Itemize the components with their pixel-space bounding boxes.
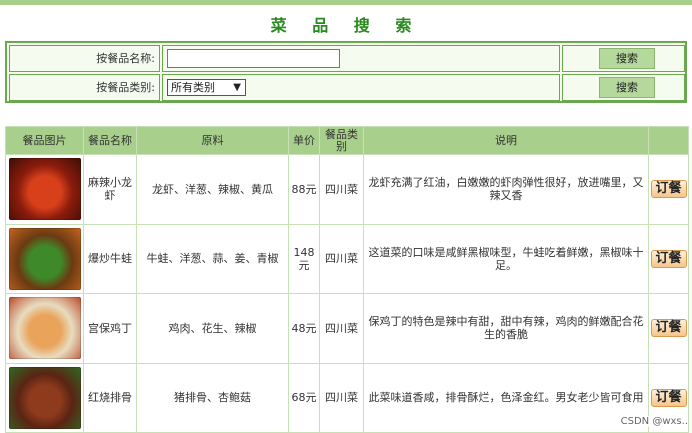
- header-category: 餐品类别: [319, 126, 364, 155]
- chevron-down-icon: ▼: [233, 82, 241, 93]
- dish-image-cell: [5, 154, 84, 225]
- dish-category: 四川菜: [319, 293, 364, 364]
- dish-price: 68元: [288, 362, 320, 433]
- page-title: 菜 品 搜 索: [270, 16, 422, 35]
- dish-name: 麻辣小龙虾: [83, 154, 137, 225]
- order-button[interactable]: 订餐: [650, 180, 687, 199]
- name-search-button-cell: 搜索: [562, 45, 685, 72]
- dish-price: 88元: [288, 154, 320, 225]
- search-by-category-row: 按餐品类别: 所有类别 ▼ 搜索: [9, 74, 685, 101]
- table-header-row: 餐品图片 餐品名称 原料 单价 餐品类别 说明: [5, 126, 689, 155]
- dish-image-cell: [5, 223, 84, 294]
- watermark: CSDN @wxs..: [620, 416, 688, 427]
- dish-description: 保鸡丁的特色是辣中有甜，甜中有辣，鸡肉的鲜嫩配合花生的香脆: [368, 315, 644, 342]
- order-button[interactable]: 订餐: [650, 249, 687, 268]
- dish-ingredients: 牛蛙、洋葱、蒜、姜、青椒: [136, 223, 289, 294]
- dish-name-label: 按餐品名称:: [9, 45, 160, 72]
- search-by-category-button[interactable]: 搜索: [599, 77, 655, 98]
- dish-description: 此菜味道香咸，排骨酥烂，色泽金红。男女老少皆可食用: [368, 391, 644, 405]
- dish-description: 这道菜的口味是咸鲜黑椒味型，牛蛙吃着鲜嫩，黑椒味十足。: [368, 245, 644, 272]
- search-panel: 按餐品名称: 搜索 按餐品类别: 所有类别 ▼ 搜索: [5, 41, 687, 103]
- table-row: 爆炒牛蛙 牛蛙、洋葱、蒜、姜、青椒 148元 四川菜 这道菜的口味是咸鲜黑椒味型，牛蛙吃…: [5, 223, 689, 294]
- category-select-value: 所有类别: [171, 81, 215, 94]
- dish-description-cell: 这道菜的口味是咸鲜黑椒味型，牛蛙吃着鲜嫩，黑椒味十足。: [363, 223, 649, 294]
- dish-ingredients: 鸡肉、花生、辣椒: [136, 293, 289, 364]
- dish-name: 宫保鸡丁: [83, 293, 137, 364]
- top-accent-bar: [0, 0, 692, 5]
- dish-ingredients: 猪排骨、杏鲍菇: [136, 362, 289, 433]
- search-by-name-row: 按餐品名称: 搜索: [9, 45, 685, 72]
- header-action: [648, 126, 689, 155]
- dish-category-select-cell: 所有类别 ▼: [162, 74, 560, 101]
- dish-photo: [8, 297, 81, 360]
- table-row: 宫保鸡丁 鸡肉、花生、辣椒 48元 四川菜 保鸡丁的特色是辣中有甜，甜中有辣，鸡肉的鲜嫩…: [5, 293, 689, 364]
- order-button[interactable]: 订餐: [650, 388, 687, 407]
- dish-category: 四川菜: [319, 154, 364, 225]
- dish-table: 餐品图片 餐品名称 原料 单价 餐品类别 说明 麻辣小龙虾 龙虾、洋葱、辣椒、黄瓜…: [5, 126, 689, 433]
- dish-name: 红烧排骨: [83, 362, 137, 433]
- dish-category: 四川菜: [319, 223, 364, 294]
- dish-price: 48元: [288, 293, 320, 364]
- category-select[interactable]: 所有类别 ▼: [167, 79, 246, 96]
- dish-description-cell: 龙虾充满了红油，白嫩嫩的虾肉弹性很好，放进嘴里，又辣又香: [363, 154, 649, 225]
- dish-image-cell: [5, 362, 84, 433]
- dish-name-input[interactable]: [167, 49, 340, 68]
- header-description: 说明: [363, 126, 649, 155]
- dish-name: 爆炒牛蛙: [83, 223, 137, 294]
- dish-name-input-cell: [162, 45, 560, 72]
- dish-category: 四川菜: [319, 362, 364, 433]
- header-ingredients: 原料: [136, 126, 289, 155]
- dish-action-cell: 订餐: [648, 154, 689, 225]
- table-row: 红烧排骨 猪排骨、杏鲍菇 68元 四川菜 此菜味道香咸，排骨酥烂，色泽金红。男女老少皆可…: [5, 362, 689, 433]
- dish-description-cell: 保鸡丁的特色是辣中有甜，甜中有辣，鸡肉的鲜嫩配合花生的香脆: [363, 293, 649, 364]
- search-by-name-button[interactable]: 搜索: [599, 48, 655, 69]
- dish-photo: [8, 366, 81, 429]
- table-row: 麻辣小龙虾 龙虾、洋葱、辣椒、黄瓜 88元 四川菜 龙虾充满了红油，白嫩嫩的虾肉弹性很好…: [5, 154, 689, 225]
- header-dish-image: 餐品图片: [5, 126, 84, 155]
- dish-category-label: 按餐品类别:: [9, 74, 160, 101]
- category-search-button-cell: 搜索: [562, 74, 685, 101]
- header-dish-name: 餐品名称: [83, 126, 137, 155]
- dish-action-cell: 订餐: [648, 293, 689, 364]
- order-button[interactable]: 订餐: [650, 319, 687, 338]
- dish-description-cell: 此菜味道香咸，排骨酥烂，色泽金红。男女老少皆可食用: [363, 362, 649, 433]
- dish-photo: [8, 158, 81, 221]
- dish-action-cell: 订餐: [648, 223, 689, 294]
- dish-ingredients: 龙虾、洋葱、辣椒、黄瓜: [136, 154, 289, 225]
- dish-description: 龙虾充满了红油，白嫩嫩的虾肉弹性很好，放进嘴里，又辣又香: [368, 176, 644, 203]
- dish-price: 148元: [288, 223, 320, 294]
- dish-image-cell: [5, 293, 84, 364]
- header-price: 单价: [288, 126, 320, 155]
- dish-photo: [8, 227, 81, 290]
